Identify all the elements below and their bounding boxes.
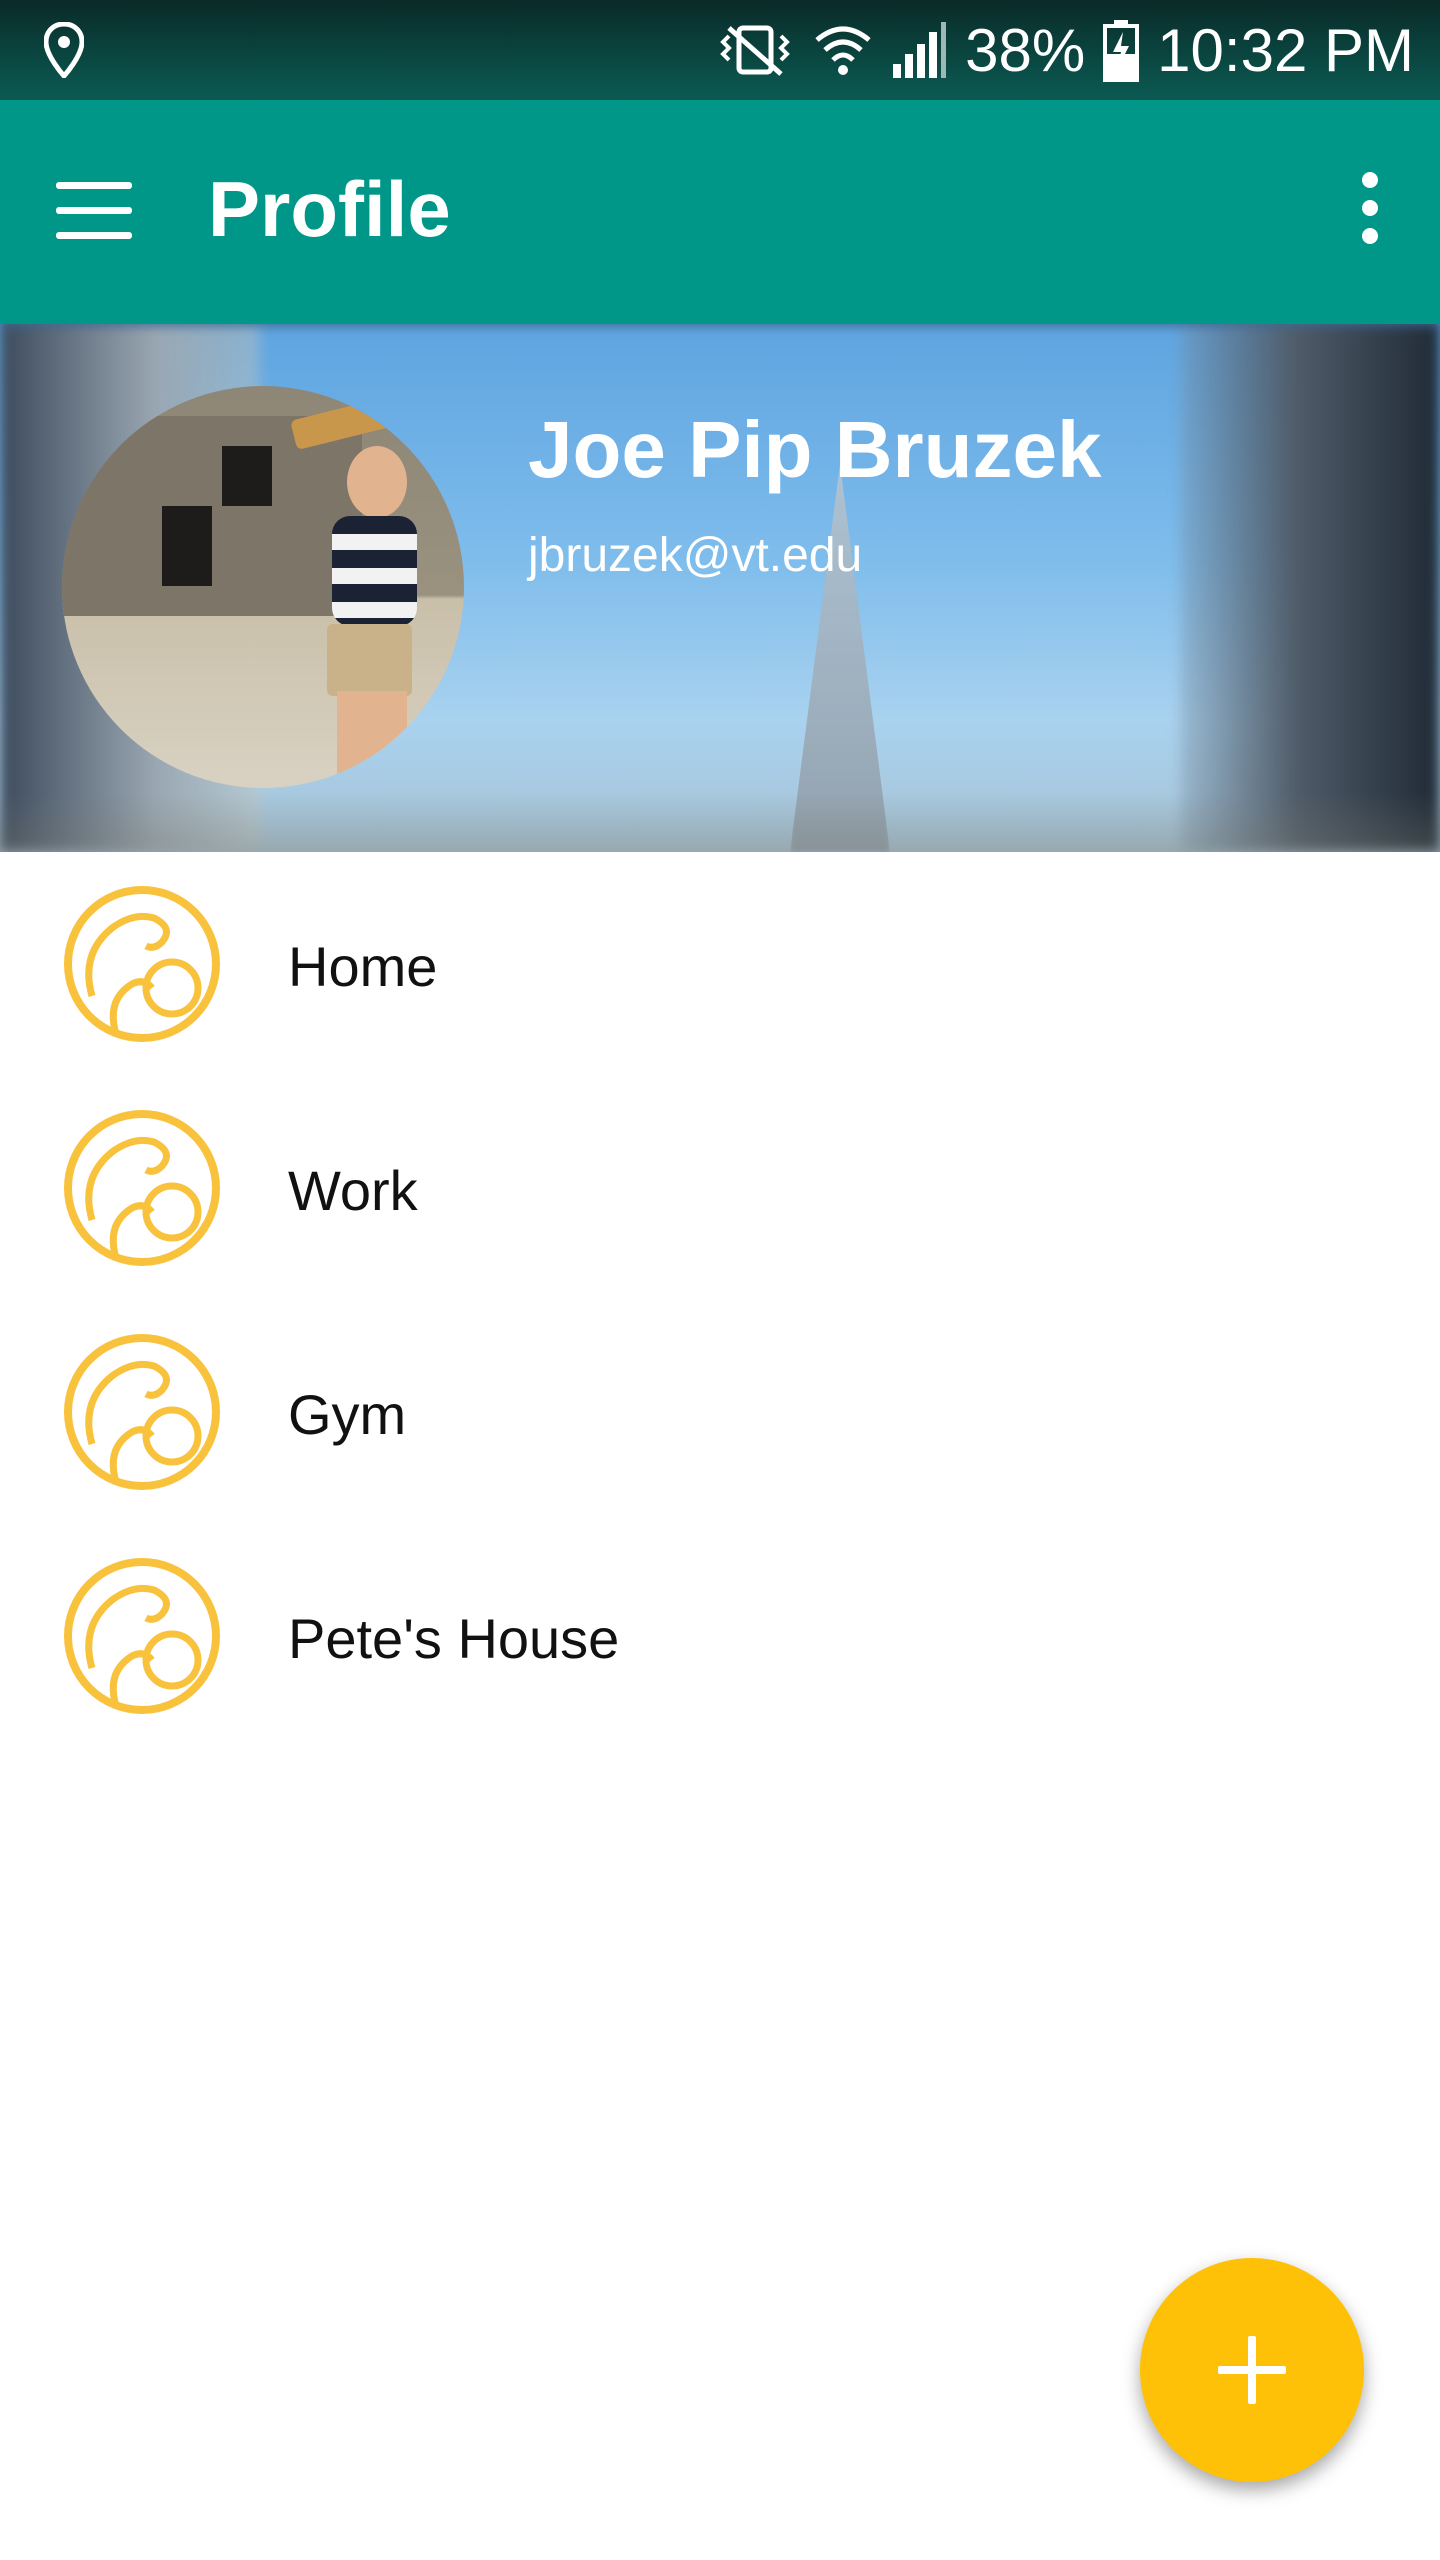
wifi-icon (815, 26, 871, 75)
signal-icon (893, 22, 947, 78)
list-item-label: Home (288, 935, 438, 998)
list-item-label: Pete's House (288, 1607, 620, 1670)
battery-percentage: 38% (965, 16, 1086, 84)
status-bar: 38% 10:32 PM (0, 0, 1440, 100)
list-item-home[interactable]: Home (0, 852, 1440, 1076)
places-list: Home Work Gym Pete's House (0, 852, 1440, 1748)
list-item-petes-house[interactable]: Pete's House (0, 1524, 1440, 1748)
more-vertical-icon[interactable] (1340, 172, 1400, 252)
list-item-label: Work (288, 1159, 418, 1222)
add-place-button[interactable] (1140, 2258, 1364, 2482)
vibrate-mute-icon (720, 25, 790, 76)
user-name: Joe Pip Bruzek (528, 405, 1102, 494)
hamburger-menu-icon[interactable] (56, 182, 136, 242)
list-item-label: Gym (288, 1383, 407, 1446)
app-bar: Profile (0, 100, 1440, 324)
clock: 10:32 PM (1157, 16, 1414, 84)
list-item-gym[interactable]: Gym (0, 1300, 1440, 1524)
list-item-work[interactable]: Work (0, 1076, 1440, 1300)
place-icon (64, 1334, 220, 1490)
place-icon (64, 1110, 220, 1266)
profile-header: Joe Pip Bruzek jbruzek@vt.edu (0, 324, 1440, 852)
add-icon (1218, 2336, 1286, 2404)
location-icon (44, 22, 84, 78)
page-title: Profile (208, 165, 451, 253)
battery-charging-icon (1103, 20, 1140, 82)
user-email: jbruzek@vt.edu (528, 529, 863, 582)
place-icon (64, 1558, 220, 1714)
avatar[interactable] (62, 386, 464, 788)
place-icon (64, 886, 220, 1042)
